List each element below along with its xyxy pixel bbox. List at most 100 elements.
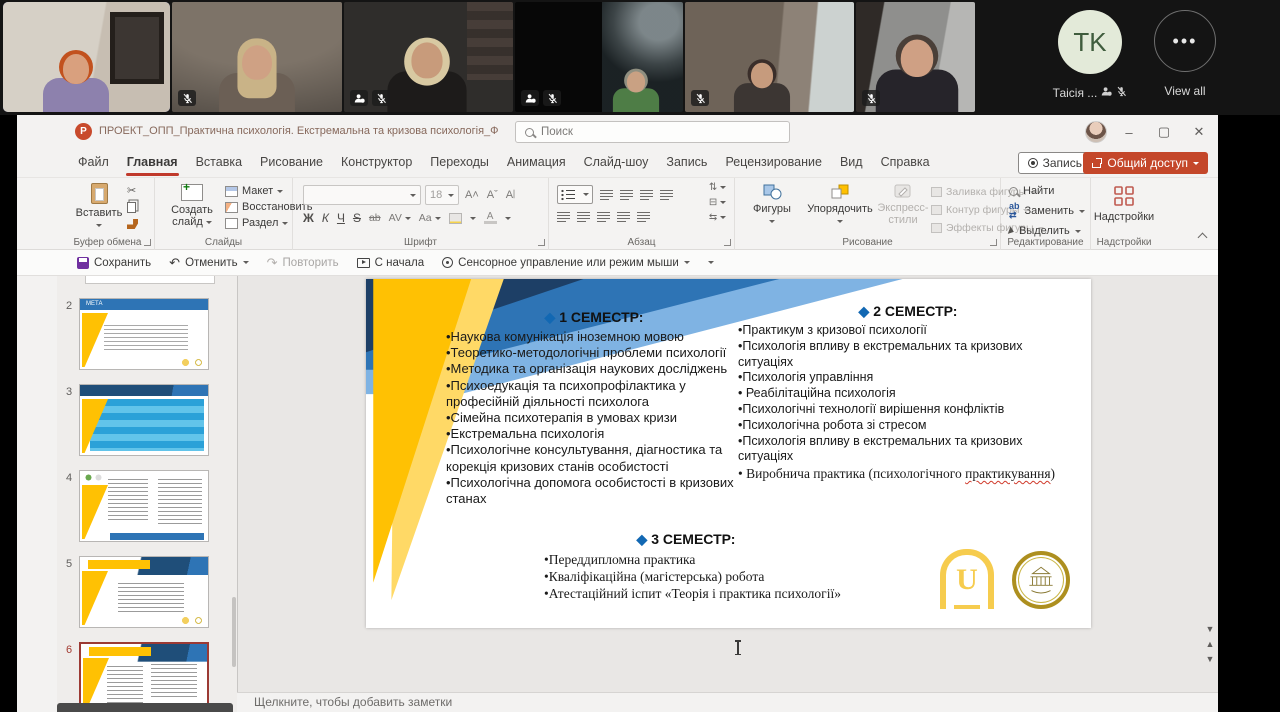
minimize-button[interactable]: – bbox=[1112, 115, 1146, 149]
dialog-launcher-icon[interactable] bbox=[724, 239, 731, 246]
line-spacing-button[interactable] bbox=[660, 189, 673, 200]
participant-video-2[interactable] bbox=[172, 2, 342, 112]
participant-video-6[interactable] bbox=[856, 2, 975, 112]
slide-canvas[interactable]: ◆ 1 СЕМЕСТР:•Наукова комунікація іноземн… bbox=[366, 279, 1091, 628]
decrease-indent-button[interactable] bbox=[620, 189, 633, 200]
align-right-button[interactable] bbox=[597, 211, 610, 222]
search-input[interactable]: Поиск bbox=[515, 121, 790, 143]
select-button[interactable]: Выделить bbox=[1009, 225, 1085, 237]
slide-thumbnail-6[interactable]: 6 bbox=[57, 642, 237, 712]
qat-overflow-icon[interactable] bbox=[708, 261, 714, 264]
account-avatar[interactable] bbox=[1085, 121, 1107, 143]
increase-indent-button[interactable] bbox=[640, 189, 653, 200]
copy-button[interactable] bbox=[127, 202, 136, 213]
slide-thumbnail-partial[interactable] bbox=[85, 276, 215, 284]
dialog-launcher-icon[interactable] bbox=[144, 239, 151, 246]
from-start-button[interactable]: С начала bbox=[357, 257, 425, 269]
participant-video-1[interactable] bbox=[3, 2, 170, 112]
new-slide-icon bbox=[181, 184, 203, 201]
slide-thumbnail-art[interactable]: МЕТА bbox=[79, 298, 209, 370]
find-button[interactable]: Найти bbox=[1009, 185, 1085, 197]
align-left-button[interactable] bbox=[557, 211, 570, 222]
tab-Запись[interactable]: Запись bbox=[657, 149, 716, 177]
muted-mic-icon bbox=[862, 90, 880, 106]
participant-video-4[interactable] bbox=[515, 2, 683, 112]
shadow-button[interactable]: ab bbox=[369, 212, 381, 224]
addins-button[interactable]: Надстройки bbox=[1091, 184, 1157, 223]
restore-button[interactable]: ▢ bbox=[1147, 115, 1181, 149]
tab-Анимация[interactable]: Анимация bbox=[498, 149, 575, 177]
slide-thumbnail-5[interactable]: 5 bbox=[57, 556, 237, 628]
tab-Рецензирование[interactable]: Рецензирование bbox=[716, 149, 831, 177]
change-case-button[interactable]: Aa bbox=[419, 212, 441, 224]
share-button[interactable]: Общий доступ bbox=[1083, 152, 1208, 174]
redo-button[interactable]: ↷Повторить bbox=[267, 257, 339, 269]
replace-button[interactable]: ab⇄Заменить bbox=[1009, 202, 1085, 220]
format-painter-button[interactable] bbox=[127, 219, 138, 229]
tab-Вид[interactable]: Вид bbox=[831, 149, 872, 177]
tab-Вставка[interactable]: Вставка bbox=[187, 149, 251, 177]
panel-scrollbar[interactable] bbox=[232, 597, 236, 667]
slide-thumbnail-art[interactable] bbox=[79, 642, 209, 712]
tab-Рисование[interactable]: Рисование bbox=[251, 149, 332, 177]
course-item: •Наукова комунікація іноземною мовою bbox=[446, 329, 742, 345]
slide-thumbnail-art[interactable] bbox=[79, 556, 209, 628]
cut-button[interactable]: ✂ bbox=[127, 186, 136, 196]
shapes-button[interactable]: Фигуры bbox=[739, 184, 805, 227]
grow-font-button[interactable]: A˄ bbox=[463, 189, 481, 201]
tab-Справка[interactable]: Справка bbox=[872, 149, 939, 177]
share-icon bbox=[1092, 158, 1102, 168]
arrange-button[interactable]: Упорядочить bbox=[807, 184, 873, 227]
participant-video-5[interactable] bbox=[685, 2, 854, 112]
underline-button[interactable]: Ч bbox=[337, 211, 345, 225]
scroll-down-icon[interactable]: ▼ bbox=[1204, 625, 1216, 634]
participant-audio-tile[interactable]: TK Таісія ... bbox=[1040, 0, 1140, 115]
slide-thumbnail-4[interactable]: 4 bbox=[57, 470, 237, 542]
highlight-color-button[interactable] bbox=[449, 213, 462, 224]
save-button[interactable]: Сохранить bbox=[77, 257, 151, 269]
font-color-button[interactable]: А bbox=[484, 212, 497, 224]
numbering-button[interactable] bbox=[600, 189, 613, 200]
new-slide-button[interactable]: Создать слайд bbox=[163, 184, 221, 228]
slide-thumbnail-art[interactable] bbox=[79, 470, 209, 542]
justify-button[interactable] bbox=[617, 211, 630, 222]
align-center-button[interactable] bbox=[577, 211, 590, 222]
strikethrough-button[interactable]: S bbox=[353, 211, 361, 225]
dialog-launcher-icon[interactable] bbox=[990, 239, 997, 246]
align-text-button[interactable]: ⊟ bbox=[709, 198, 726, 208]
participant-video-3[interactable] bbox=[344, 2, 513, 112]
paste-button[interactable]: Вставить bbox=[73, 183, 125, 231]
tab-Слайд-шоу[interactable]: Слайд-шоу bbox=[575, 149, 658, 177]
ellipsis-icon[interactable]: ••• bbox=[1154, 10, 1216, 72]
slide-thumbnail-2[interactable]: 2МЕТА bbox=[57, 298, 237, 370]
notes-pane[interactable]: Щелкните, чтобы добавить заметки bbox=[237, 692, 1218, 712]
convert-smartart-button[interactable]: ⇆ bbox=[709, 213, 726, 223]
collapse-ribbon-icon[interactable] bbox=[1198, 233, 1208, 243]
tab-Переходы[interactable]: Переходы bbox=[421, 149, 498, 177]
tab-Файл[interactable]: Файл bbox=[69, 149, 118, 177]
clear-format-button[interactable]: A𝄁 bbox=[504, 189, 517, 202]
tab-Главная[interactable]: Главная bbox=[118, 149, 187, 177]
previous-slide-icon[interactable]: ▲ bbox=[1204, 640, 1216, 649]
bold-button[interactable]: Ж bbox=[303, 211, 314, 225]
char-spacing-button[interactable]: AV bbox=[389, 212, 411, 224]
italic-button[interactable]: К bbox=[322, 211, 329, 225]
font-name-combo[interactable] bbox=[303, 185, 421, 205]
font-size-combo[interactable]: 18 bbox=[425, 185, 459, 205]
bullets-button[interactable] bbox=[557, 185, 593, 204]
dialog-launcher-icon[interactable] bbox=[538, 239, 545, 246]
slide-thumbnail-art[interactable] bbox=[79, 384, 209, 456]
close-button[interactable]: ✕ bbox=[1182, 115, 1216, 149]
undo-button[interactable]: ↶Отменить bbox=[169, 257, 248, 269]
shrink-font-button[interactable]: Aˇ bbox=[485, 189, 500, 201]
slide-thumbnail-3[interactable]: 3 bbox=[57, 384, 237, 456]
record-button[interactable]: Запись bbox=[1018, 152, 1092, 174]
quick-styles-button[interactable]: Экспресс-стили bbox=[875, 184, 931, 226]
tab-Конструктор[interactable]: Конструктор bbox=[332, 149, 421, 177]
touch-mode-button[interactable]: Сенсорное управление или режим мыши bbox=[442, 257, 690, 269]
next-slide-icon[interactable]: ▼ bbox=[1204, 655, 1216, 664]
text-direction-button[interactable]: ⇅ bbox=[709, 183, 726, 193]
columns-button[interactable] bbox=[637, 211, 650, 222]
view-all-button[interactable]: ••• View all bbox=[1140, 0, 1230, 115]
course-item: •Психологічна робота зі стресом bbox=[738, 418, 1078, 434]
